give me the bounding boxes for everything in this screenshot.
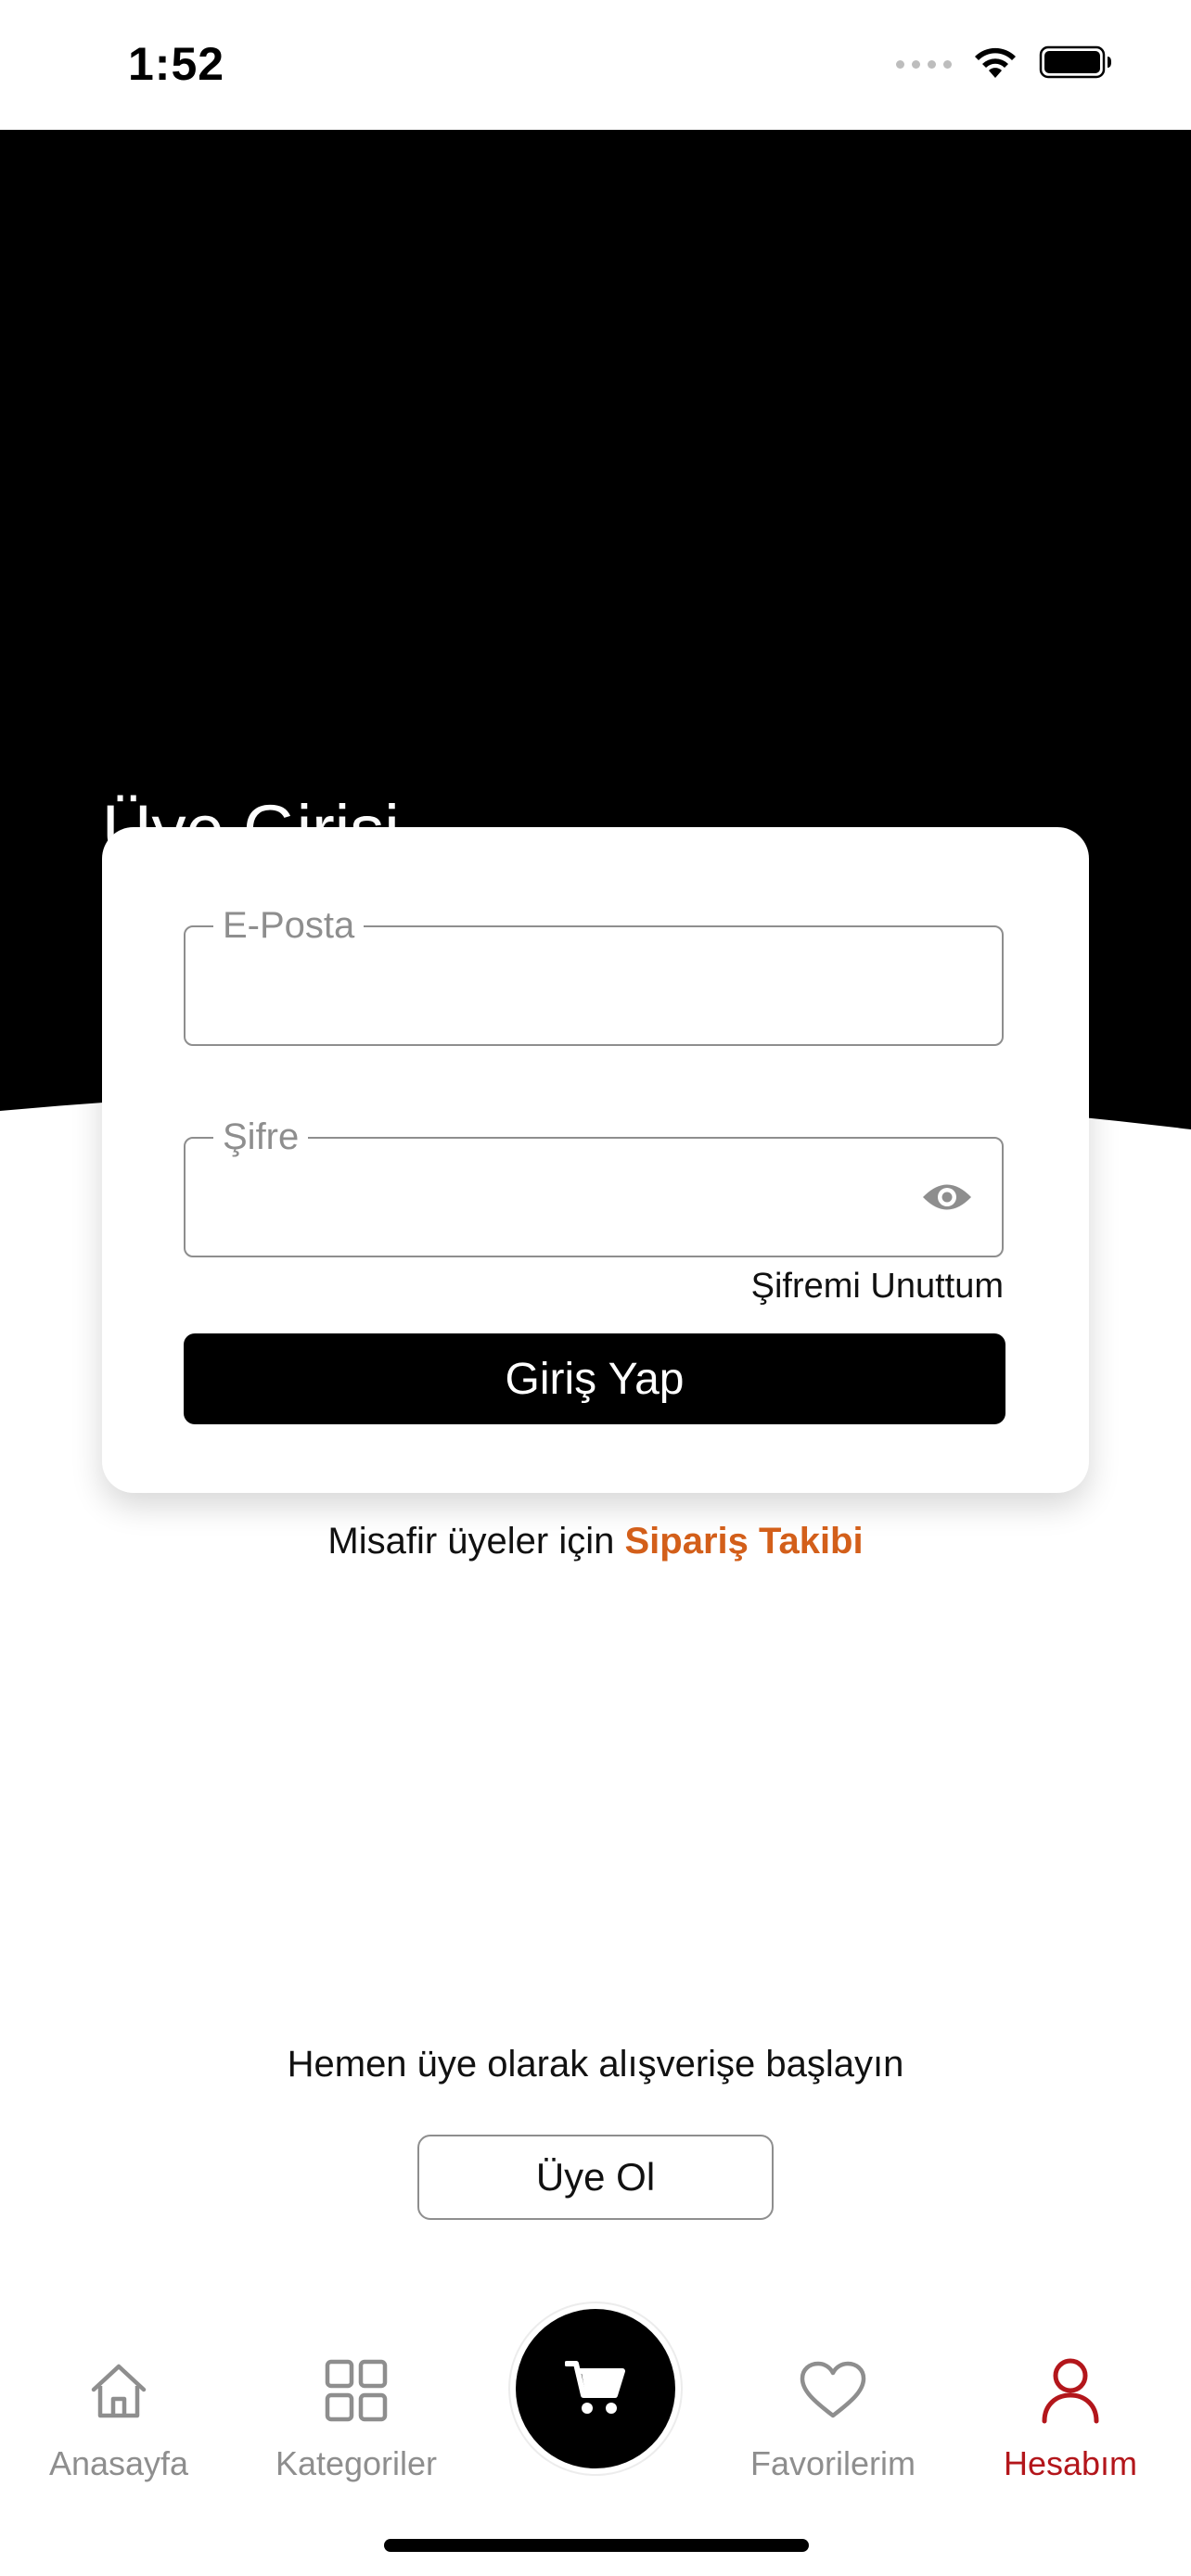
- tab-home-label: Anasayfa: [48, 2444, 189, 2482]
- password-field[interactable]: Şifre: [184, 1114, 1004, 1257]
- email-input[interactable]: [213, 953, 922, 1020]
- password-input[interactable]: [213, 1165, 922, 1231]
- tab-account-label: Hesabım: [1003, 2444, 1138, 2482]
- order-tracking-link[interactable]: Sipariş Takibi: [624, 1521, 863, 1562]
- wifi-icon: [972, 45, 1018, 84]
- tab-account[interactable]: Hesabım: [968, 2355, 1172, 2483]
- status-time: 1:52: [128, 38, 225, 90]
- home-icon: [83, 2355, 154, 2426]
- register-prompt: Hemen üye olarak alışverişe başlayın: [287, 2044, 904, 2085]
- status-bar: 1:52: [0, 0, 1191, 130]
- login-button[interactable]: Giriş Yap: [184, 1333, 1005, 1424]
- register-button[interactable]: Üye Ol: [417, 2135, 774, 2220]
- tab-categories[interactable]: Kategoriler: [254, 2355, 458, 2483]
- cart-button[interactable]: [516, 2309, 675, 2468]
- email-label: E-Posta: [213, 902, 365, 949]
- battery-icon: [1039, 45, 1113, 84]
- home-indicator: [384, 2539, 809, 2552]
- user-icon: [1035, 2355, 1106, 2426]
- signal-icon: [896, 60, 952, 69]
- guest-tracking-line: Misafir üyeler için Sipariş Takibi: [0, 1521, 1191, 1562]
- cart-icon: [564, 2358, 626, 2420]
- grid-icon: [321, 2355, 391, 2426]
- heart-icon: [798, 2355, 868, 2426]
- tab-favorites-label: Favorilerim: [749, 2444, 916, 2482]
- status-icons: [896, 45, 1113, 84]
- bottom-tab-bar: Anasayfa Kategoriler Favorilerim Hesabım: [0, 2309, 1191, 2576]
- guest-tracking-prefix: Misafir üyeler için: [327, 1521, 625, 1562]
- eye-icon[interactable]: [920, 1178, 974, 1217]
- tab-favorites[interactable]: Favorilerim: [731, 2355, 935, 2483]
- forgot-password-link[interactable]: Şifremi Unuttum: [751, 1267, 1004, 1307]
- login-card: E-Posta Şifre Şifremi Unuttum Giriş Yap: [102, 827, 1089, 1493]
- tab-home[interactable]: Anasayfa: [17, 2355, 221, 2483]
- password-label: Şifre: [213, 1114, 309, 1160]
- tab-categories-label: Kategoriler: [275, 2444, 438, 2482]
- email-field[interactable]: E-Posta: [184, 902, 1004, 1046]
